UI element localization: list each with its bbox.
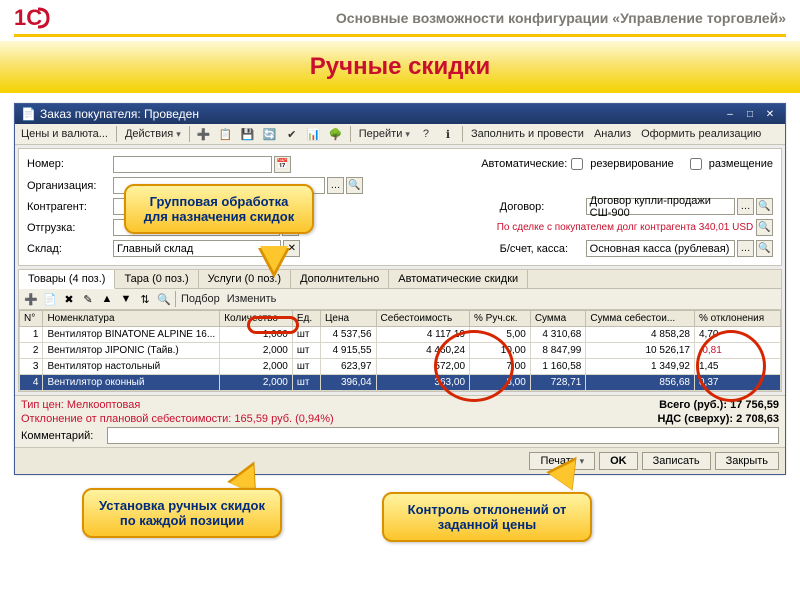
account-open[interactable]: 🔍 [756, 240, 773, 257]
callout-group: Групповая обработка для назначения скидо… [124, 184, 314, 234]
change-link[interactable]: Изменить [225, 292, 279, 306]
col-cost[interactable]: Себестоимость [376, 311, 469, 327]
contract-label: Договор: [500, 201, 580, 213]
main-toolbar: Цены и валюта... Действия ▾ ➕ 📋 💾 🔄 ✔ 📊 … [15, 124, 785, 145]
row-add-icon[interactable]: ➕ [23, 291, 39, 307]
tab-goods[interactable]: Товары (4 поз.) [19, 270, 115, 289]
window-icon: 📄 [21, 107, 36, 121]
account-select[interactable]: … [737, 240, 754, 257]
col-nom[interactable]: Номенклатура [43, 311, 220, 327]
close-btn[interactable]: Закрыть [715, 452, 779, 470]
col-unit[interactable]: Ед. [292, 311, 320, 327]
account-label: Б/счет, касса: [500, 243, 580, 255]
deviation-text: Отклонение от плановой себестоимости: 16… [21, 413, 334, 425]
vat: НДС (сверху): 2 708,63 [658, 413, 779, 425]
go-menu[interactable]: Перейти ▾ [357, 127, 412, 141]
titlebar: 📄 Заказ покупателя: Проведен – □ ✕ [15, 104, 785, 124]
ship-label: Отгрузка: [27, 222, 107, 234]
place-checkbox[interactable]: размещение [686, 155, 773, 173]
org-label: Организация: [27, 180, 107, 192]
button-bar: Печать ▾ OK Записать Закрыть [15, 447, 785, 474]
col-n[interactable]: N° [20, 311, 43, 327]
analysis-link[interactable]: Анализ [592, 127, 633, 141]
footer-area: Тип цен: Мелкооптовая Всего (руб.): 17 7… [15, 395, 785, 447]
tab-tare[interactable]: Тара (0 поз.) [115, 270, 198, 288]
number-label: Номер: [27, 158, 107, 170]
page-header: 1C Основные возможности конфигурации «Уп… [0, 0, 800, 34]
row-edit-icon[interactable]: ✎ [80, 291, 96, 307]
logo-1c: 1C [14, 4, 54, 32]
copy-icon[interactable]: 📋 [218, 126, 234, 142]
org-select[interactable]: … [327, 177, 344, 194]
actions-menu[interactable]: Действия ▾ [123, 127, 183, 141]
contragent-label: Контрагент: [27, 201, 107, 213]
col-sum[interactable]: Сумма [530, 311, 586, 327]
row-down-icon[interactable]: ▼ [118, 291, 134, 307]
app-window: 📄 Заказ покупателя: Проведен – □ ✕ Цены … [14, 103, 786, 475]
auto-label: Автоматические: [481, 158, 561, 170]
grid-toolbar: ➕ 📄 ✖ ✎ ▲ ▼ ⇅ 🔍 Подбор Изменить [19, 289, 781, 310]
fill-link[interactable]: Заполнить и провести [469, 127, 586, 141]
org-open[interactable]: 🔍 [346, 177, 363, 194]
info-icon[interactable]: ℹ [440, 126, 456, 142]
col-disc[interactable]: % Руч.ск. [470, 311, 531, 327]
save-icon[interactable]: 💾 [240, 126, 256, 142]
debt-open[interactable]: 🔍 [756, 219, 773, 236]
contract-open[interactable]: 🔍 [756, 198, 773, 215]
warehouse-field[interactable]: Главный склад [113, 240, 281, 257]
slide-title-band: Ручные скидки [0, 41, 800, 93]
col-price[interactable]: Цена [321, 311, 377, 327]
slide-title: Ручные скидки [310, 53, 490, 80]
callout-control: Контроль отклонений от заданной цены [382, 492, 592, 542]
post-icon[interactable]: ✔ [284, 126, 300, 142]
row-filter-icon[interactable]: 🔍 [156, 291, 172, 307]
table-row[interactable]: 2Вентилятор JIPONIC (Тайв.)2,000шт4 915,… [20, 343, 781, 359]
row-up-icon[interactable]: ▲ [99, 291, 115, 307]
header-title: Основные возможности конфигурации «Управ… [336, 10, 786, 26]
contract-select[interactable]: … [737, 198, 754, 215]
window-title: Заказ покупателя: Проведен [40, 107, 199, 121]
struct-icon[interactable]: 📊 [306, 126, 322, 142]
date-button[interactable]: 📅 [274, 156, 291, 173]
tab-auto[interactable]: Автоматические скидки [389, 270, 528, 288]
col-dev[interactable]: % отклонения [694, 311, 780, 327]
tabs-area: Товары (4 поз.) Тара (0 поз.) Услуги (0 … [18, 269, 782, 392]
table-row[interactable]: 3Вентилятор настольный2,000шт623,97572,0… [20, 359, 781, 375]
col-sumcost[interactable]: Сумма себестои... [586, 311, 695, 327]
comment-field[interactable] [107, 427, 779, 444]
contract-field[interactable]: Договор купли-продажи СШ-900 [586, 198, 735, 215]
add-icon[interactable]: ➕ [196, 126, 212, 142]
account-field[interactable]: Основная касса (рублевая) [586, 240, 735, 257]
tabs: Товары (4 поз.) Тара (0 поз.) Услуги (0 … [19, 270, 781, 289]
callout-manual: Установка ручных скидок по каждой позици… [82, 488, 282, 538]
save-button[interactable]: Записать [642, 452, 711, 470]
minimize-button[interactable]: – [721, 107, 739, 121]
close-button[interactable]: ✕ [761, 107, 779, 121]
ok-button[interactable]: OK [599, 452, 638, 470]
number-field[interactable] [113, 156, 272, 173]
warehouse-label: Склад: [27, 243, 107, 255]
make-sale-link[interactable]: Оформить реализацию [639, 127, 763, 141]
goods-grid[interactable]: N° Номенклатура Количество Ед. Цена Себе… [19, 310, 781, 391]
header-underline [14, 34, 786, 37]
total: Всего (руб.): 17 756,59 [659, 399, 779, 411]
price-type: Тип цен: Мелкооптовая [21, 399, 140, 411]
refresh-icon[interactable]: 🔄 [262, 126, 278, 142]
row-del-icon[interactable]: ✖ [61, 291, 77, 307]
maximize-button[interactable]: □ [741, 107, 759, 121]
debt-text: По сделке с покупателем долг контрагента… [497, 219, 773, 236]
table-row[interactable]: 4Вентилятор оконный2,000шт396,04363,008,… [20, 375, 781, 391]
row-sort-icon[interactable]: ⇅ [137, 291, 153, 307]
table-row[interactable]: 1Вентилятор BINATONE ALPINE 16...1,000шт… [20, 327, 781, 343]
col-qty[interactable]: Количество [220, 311, 293, 327]
prices-link[interactable]: Цены и валюта... [19, 127, 110, 141]
row-copy-icon[interactable]: 📄 [42, 291, 58, 307]
tab-extra[interactable]: Дополнительно [291, 270, 389, 288]
help-icon[interactable]: ? [418, 126, 434, 142]
select-link[interactable]: Подбор [179, 292, 222, 306]
comment-label: Комментарий: [21, 430, 101, 442]
reserve-checkbox[interactable]: резервирование [567, 155, 674, 173]
tree-icon[interactable]: 🌳 [328, 126, 344, 142]
